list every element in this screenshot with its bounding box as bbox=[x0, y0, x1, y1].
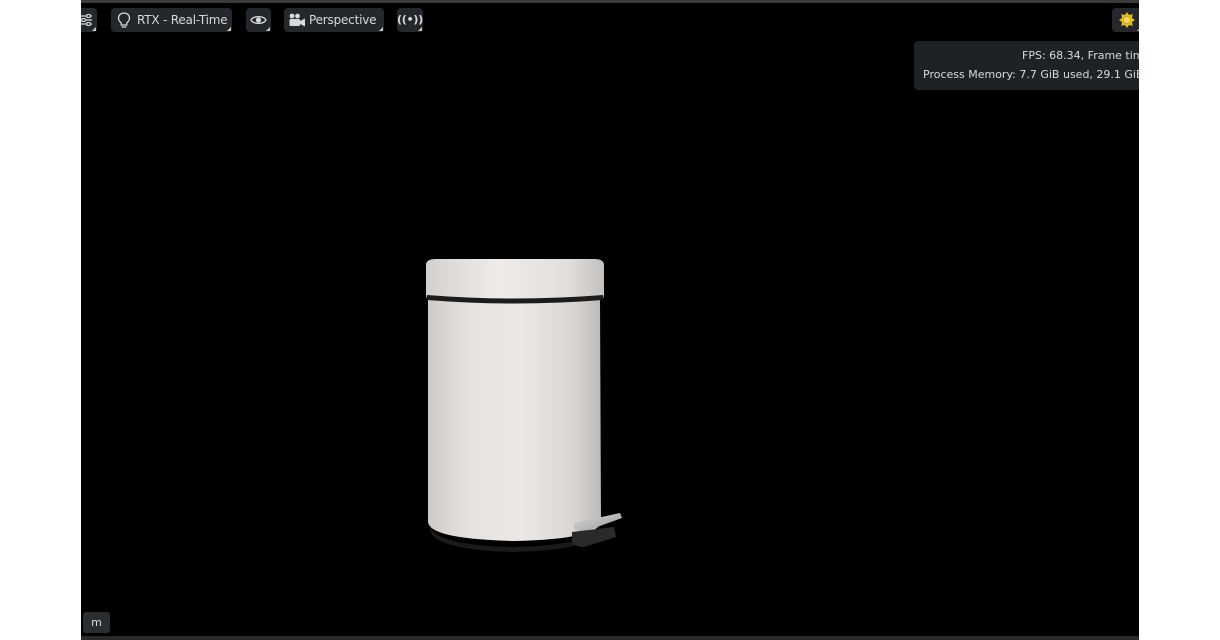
3d-viewport[interactable]: RTX - Real-Time Perspective ((•)) FPS: 6… bbox=[81, 0, 1139, 640]
render-mode-button[interactable]: RTX - Real-Time bbox=[111, 8, 232, 32]
sun-icon bbox=[1112, 8, 1139, 32]
movie-camera-icon bbox=[284, 8, 309, 32]
render-mode-label: RTX - Real-Time bbox=[137, 13, 228, 27]
visibility-button[interactable] bbox=[246, 8, 271, 32]
camera-perspective-button[interactable]: Perspective bbox=[284, 8, 384, 32]
eye-icon bbox=[246, 8, 271, 32]
sliders-icon bbox=[81, 8, 97, 32]
trash-can-model[interactable] bbox=[424, 255, 634, 559]
broadcast-icon: ((•)) bbox=[396, 13, 424, 26]
lightbulb-icon bbox=[111, 8, 137, 32]
memory-readout: Process Memory: 7.7 GiB used, 29.1 GiB bbox=[923, 68, 1139, 81]
viewport-settings-button[interactable] bbox=[81, 8, 97, 32]
performance-stats-panel: FPS: 68.34, Frame time: Process Memory: … bbox=[914, 41, 1139, 90]
m-button[interactable]: m bbox=[83, 612, 110, 633]
fps-readout: FPS: 68.34, Frame time: bbox=[1022, 49, 1139, 62]
broadcast-button[interactable]: ((•)) bbox=[397, 8, 423, 32]
lighting-button[interactable] bbox=[1112, 8, 1139, 32]
camera-label: Perspective bbox=[309, 13, 377, 27]
app-window: RTX - Real-Time Perspective ((•)) FPS: 6… bbox=[0, 0, 1220, 640]
